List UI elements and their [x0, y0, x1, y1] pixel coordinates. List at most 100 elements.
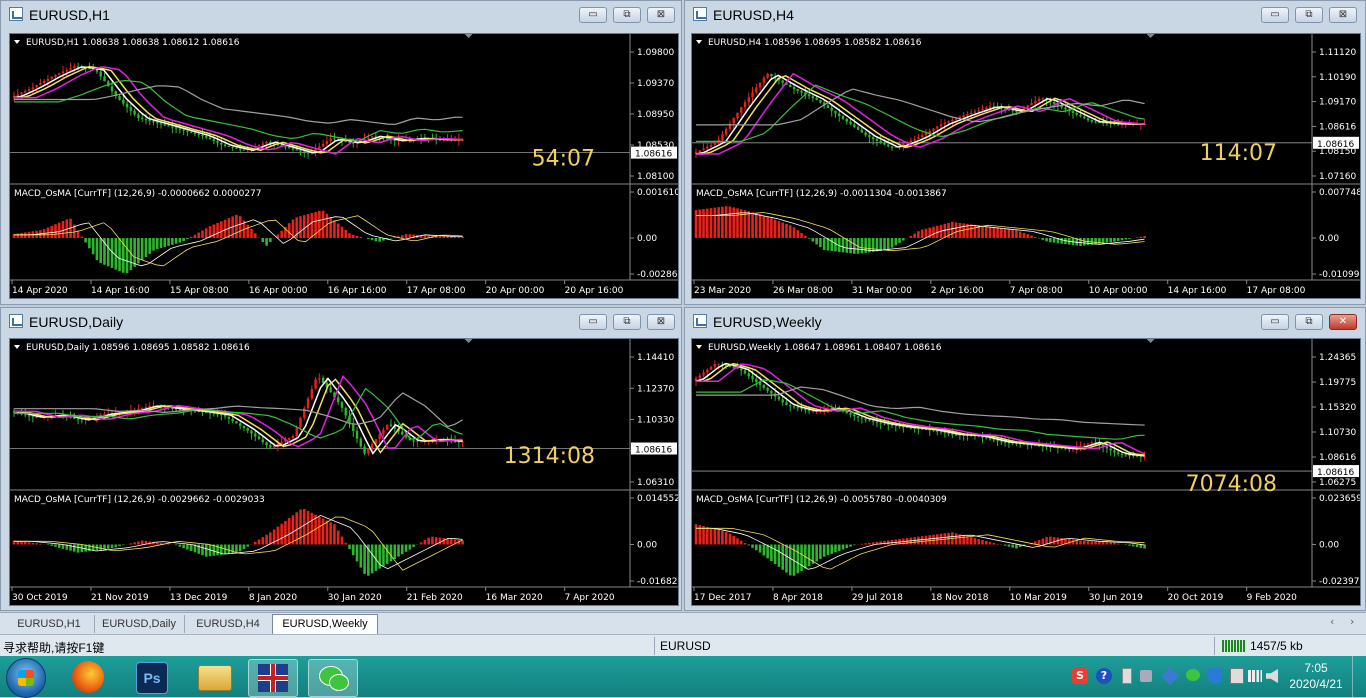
macd-histogram-bar [1049, 238, 1052, 242]
maximize-button[interactable]: ⧉ [613, 314, 641, 330]
macd-histogram-bar [710, 528, 713, 544]
macd-histogram-bar [766, 217, 769, 238]
macd-histogram-bar [118, 545, 121, 547]
macd-histogram-bar [254, 542, 257, 545]
macd-histogram-bar [774, 220, 777, 238]
chart-area[interactable]: EURUSD,Weekly 1.08647 1.08961 1.08407 1.… [691, 338, 1361, 606]
macd-histogram-bar [371, 545, 374, 574]
chart-area[interactable]: EURUSD,H4 1.08596 1.08695 1.08582 1.0861… [691, 33, 1361, 299]
macd-histogram-bar [212, 224, 215, 238]
tab-eurusd-h4[interactable]: EURUSD,H4 [184, 615, 273, 633]
sogou-icon[interactable]: S [1072, 668, 1088, 684]
tab-scroll-right-icon[interactable]: › [1350, 615, 1354, 628]
candle-body [141, 408, 143, 409]
start-button-icon[interactable] [6, 658, 46, 698]
explorer-folder-icon[interactable] [190, 659, 238, 695]
macd-histogram-bar [179, 545, 182, 547]
price-tick-label: 1.14410 [637, 353, 674, 363]
window-title: EURUSD,H4 [713, 7, 794, 23]
security-icon[interactable] [1208, 668, 1222, 684]
close-button[interactable]: ⊠ [1329, 7, 1357, 23]
time-axis-label: 26 Mar 08:00 [773, 286, 833, 296]
macd-histogram-bar [962, 535, 965, 544]
maximize-button[interactable]: ⧉ [613, 7, 641, 23]
tab-scroll-left-icon[interactable]: ‹ [1330, 615, 1334, 628]
time-axis-label: 29 Jul 2018 [852, 593, 903, 603]
wechat-tray-icon[interactable] [1186, 669, 1200, 681]
signal-icon[interactable] [1248, 670, 1262, 682]
help-icon[interactable]: ? [1096, 668, 1112, 684]
chart-area[interactable]: EURUSD,H1 1.08638 1.08638 1.08612 1.0861… [9, 33, 679, 299]
tray-expand-icon[interactable] [1140, 670, 1152, 682]
candle-body [797, 407, 799, 408]
macd-histogram-bar [763, 215, 766, 238]
candle-body [849, 122, 851, 125]
candle-body [254, 434, 256, 437]
maximize-button[interactable]: ⧉ [1295, 7, 1323, 23]
candle-body [778, 397, 780, 400]
candle-body [35, 85, 37, 87]
time-axis-label: 20 Oct 2019 [1168, 593, 1224, 603]
macd-histogram-bar [224, 220, 227, 238]
macd-histogram-bar [778, 221, 781, 238]
minimize-button[interactable]: ▭ [1261, 7, 1289, 23]
macd-histogram-bar [32, 543, 35, 545]
photoshop-icon[interactable]: Ps [128, 659, 176, 695]
candle-body [133, 111, 135, 115]
macd-histogram-bar [1113, 543, 1116, 545]
titlebar[interactable]: EURUSD,H4 ▭ ⧉ ⊠ [685, 1, 1365, 29]
candle-body [239, 423, 241, 425]
macd-histogram-bar [725, 532, 728, 545]
candle-body [141, 118, 143, 119]
chart-svg: EURUSD,H1 1.08638 1.08638 1.08612 1.0861… [10, 34, 678, 298]
macd-histogram-bar [405, 234, 408, 238]
macd-label: MACD_OsMA [CurrTF] (12,26,9) -0.0055780 … [696, 495, 947, 505]
macd-histogram-bar [39, 544, 42, 545]
titlebar[interactable]: EURUSD,H1 ▭ ⧉ ⊠ [1, 1, 681, 29]
macd-histogram-bar [1106, 542, 1109, 544]
cube-icon[interactable] [1161, 667, 1179, 685]
titlebar[interactable]: EURUSD,Weekly ▭ ⧉ ✕ [685, 308, 1365, 336]
candle-body [167, 125, 169, 126]
tab-eurusd-daily[interactable]: EURUSD,Daily [94, 615, 185, 633]
show-desktop-button[interactable] [1352, 656, 1366, 697]
titlebar[interactable]: EURUSD,Daily ▭ ⧉ ⊠ [1, 308, 681, 336]
macd-histogram-bar [838, 545, 841, 551]
candle-body [326, 141, 328, 144]
metatrader-icon[interactable] [248, 659, 298, 697]
candle-body [880, 422, 882, 423]
macd-histogram-bar [725, 206, 728, 238]
minimize-button[interactable]: ▭ [1261, 314, 1289, 330]
candle-body [751, 92, 753, 97]
volume-icon[interactable] [1266, 669, 1278, 683]
network-icon[interactable] [1230, 668, 1244, 684]
close-button[interactable]: ⊠ [647, 7, 675, 23]
candle-body [20, 93, 22, 95]
clock-time: 7:05 [1286, 660, 1346, 676]
wechat-icon[interactable] [308, 659, 358, 697]
macd-histogram-bar [118, 238, 121, 271]
maximize-button[interactable]: ⧉ [1295, 314, 1323, 330]
candle-body [296, 149, 298, 150]
candle-body [740, 369, 742, 371]
macd-histogram-bar [280, 231, 283, 238]
macd-histogram-bar [747, 545, 750, 546]
tab-eurusd-weekly[interactable]: EURUSD,Weekly [272, 614, 378, 635]
candle-body [736, 113, 738, 118]
minimize-button[interactable]: ▭ [579, 7, 607, 23]
macd-histogram-bar [175, 238, 178, 244]
candle-body [936, 126, 938, 128]
usb-icon[interactable] [1122, 668, 1132, 684]
chart-svg: EURUSD,Weekly 1.08647 1.08961 1.08407 1.… [692, 339, 1360, 605]
candle-body [311, 389, 313, 399]
close-button[interactable]: ✕ [1329, 314, 1357, 330]
close-button[interactable]: ⊠ [647, 314, 675, 330]
chart-window-h4: EURUSD,H4 ▭ ⧉ ⊠ EURUSD,H4 1.08596 1.0869… [684, 0, 1366, 305]
chart-area[interactable]: EURUSD,Daily 1.08596 1.08695 1.08582 1.0… [9, 338, 679, 606]
tab-eurusd-h1[interactable]: EURUSD,H1 [4, 615, 95, 633]
clock[interactable]: 7:05 2020/4/21 [1286, 660, 1346, 692]
minimize-button[interactable]: ▭ [579, 314, 607, 330]
firefox-icon[interactable] [64, 659, 112, 695]
macd-histogram-bar [827, 545, 830, 556]
macd-histogram-bar [348, 233, 351, 238]
